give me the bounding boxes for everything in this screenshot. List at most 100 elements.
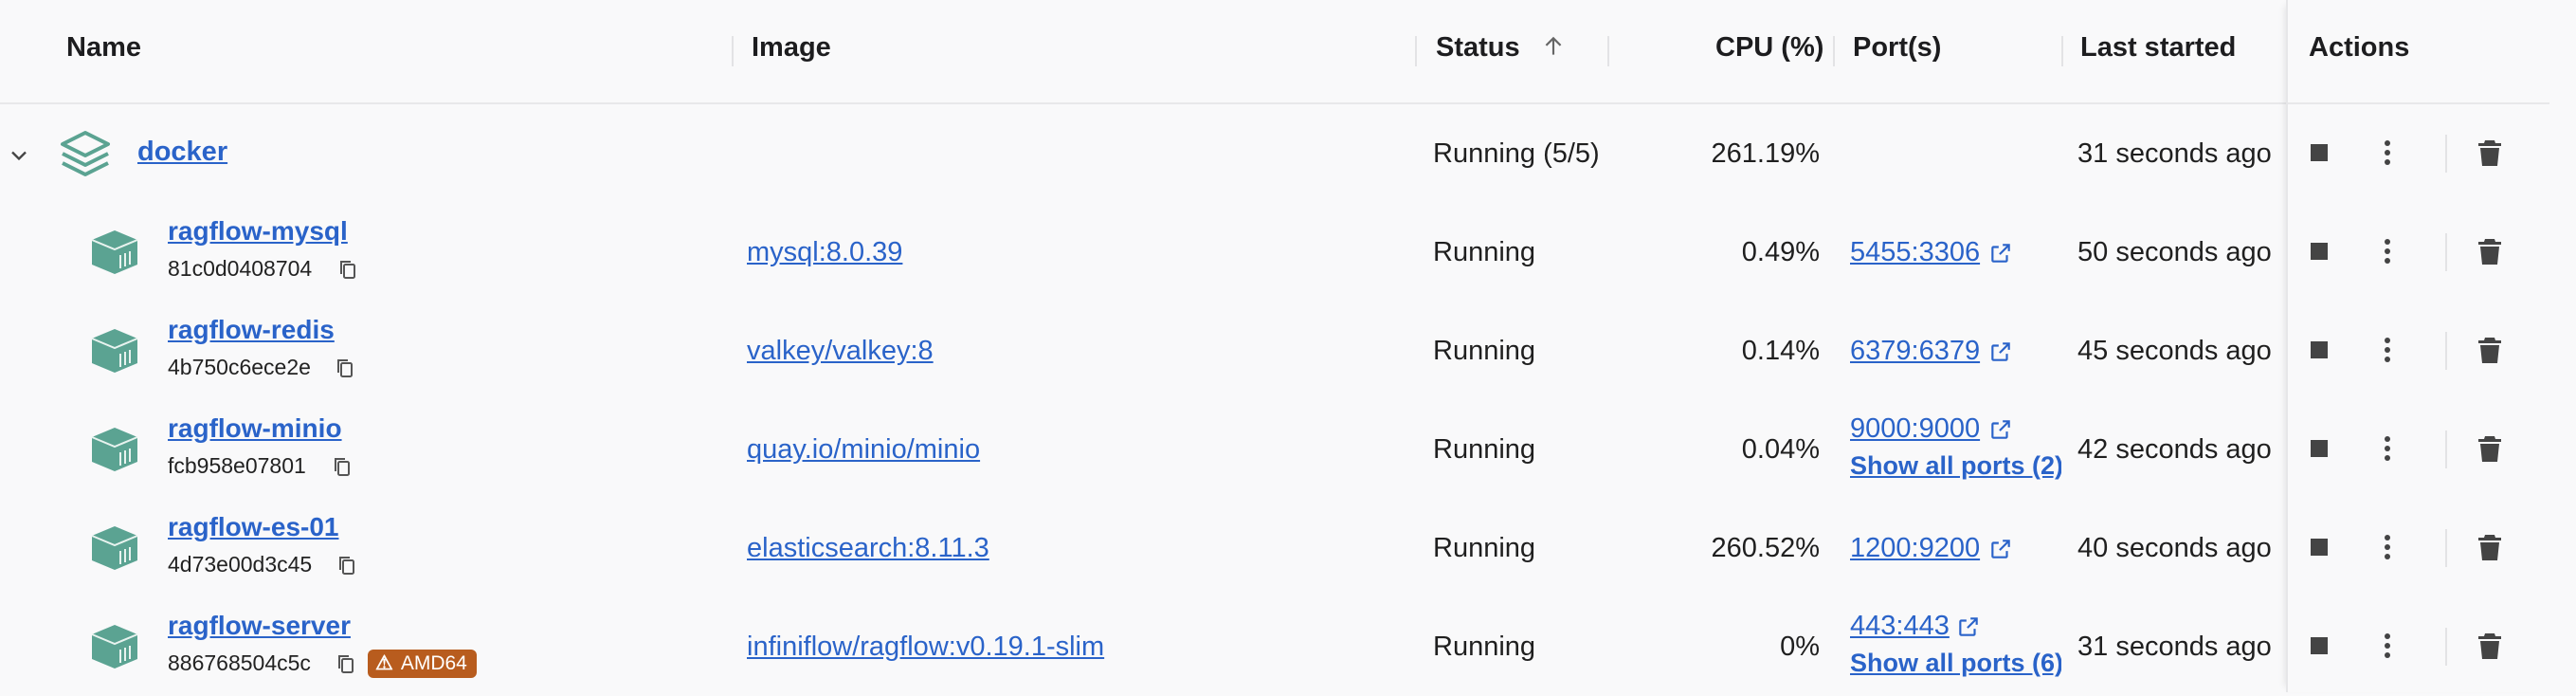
column-header-last-started[interactable]: Last started <box>2080 32 2236 64</box>
group-name-link[interactable]: docker <box>137 137 227 168</box>
column-divider[interactable] <box>1833 36 1835 66</box>
trash-icon[interactable] <box>2477 632 2502 660</box>
status-text: Running <box>1433 434 1536 465</box>
more-vertical-icon[interactable] <box>2381 138 2394 167</box>
port-link[interactable]: 5455:3306 <box>1850 237 1980 268</box>
column-divider[interactable] <box>732 36 734 66</box>
stop-icon[interactable] <box>2309 339 2330 360</box>
image-link[interactable]: quay.io/minio/minio <box>747 434 980 466</box>
compose-group-row[interactable]: docker Running (5/5) 261.19% 31 seconds … <box>0 104 2286 203</box>
more-vertical-icon[interactable] <box>2381 336 2394 364</box>
column-header-actions: Actions <box>2309 32 2410 63</box>
row-actions <box>2288 302 2549 400</box>
external-link-icon[interactable] <box>1988 241 2013 266</box>
copy-icon[interactable] <box>334 357 356 379</box>
container-name-link[interactable]: ragflow-server <box>168 611 351 641</box>
trash-icon[interactable] <box>2477 237 2502 266</box>
external-link-icon[interactable] <box>1956 614 1981 639</box>
column-divider[interactable] <box>2061 36 2063 66</box>
show-all-ports-link[interactable]: Show all ports (2) <box>1850 451 2061 481</box>
container-icon <box>91 329 138 373</box>
more-vertical-icon[interactable] <box>2381 434 2394 463</box>
row-actions <box>2288 400 2549 499</box>
container-name-link[interactable]: ragflow-mysql <box>168 216 348 247</box>
column-divider[interactable] <box>1415 36 1417 66</box>
container-icon <box>91 428 138 471</box>
actions-divider <box>2445 628 2447 666</box>
row-actions <box>2288 597 2549 692</box>
container-icon <box>91 625 138 669</box>
cpu-value: 0.14% <box>1741 336 1820 366</box>
container-id: 4d73e00d3c45 <box>168 552 313 577</box>
container-row[interactable]: ragflow-es-01 4d73e00d3c45 elasticsearch… <box>0 499 2286 597</box>
chevron-down-icon[interactable] <box>6 142 32 169</box>
copy-icon[interactable] <box>331 455 354 478</box>
copy-icon[interactable] <box>335 652 357 675</box>
row-actions <box>2288 104 2549 203</box>
port-link[interactable]: 443:443 <box>1850 611 1950 642</box>
group-status: Running (5/5) <box>1433 138 1600 169</box>
last-started: 31 seconds ago <box>2077 632 2272 662</box>
copy-icon[interactable] <box>336 554 358 577</box>
stack-icon <box>61 131 110 176</box>
row-actions <box>2288 203 2549 302</box>
column-header-name[interactable]: Name <box>66 32 141 64</box>
group-cpu: 261.19% <box>1711 138 1821 169</box>
container-row[interactable]: ragflow-mysql 81c0d0408704 mysql:8.0.39 … <box>0 203 2286 302</box>
container-row[interactable]: ragflow-minio fcb958e07801 quay.io/minio… <box>0 400 2286 499</box>
arrow-up-icon <box>1545 36 1562 55</box>
last-started: 42 seconds ago <box>2077 434 2272 465</box>
container-row[interactable]: ragflow-server 886768504c5c ⚠ AMD64 infin… <box>0 597 2286 696</box>
group-last-started: 31 seconds ago <box>2077 138 2272 169</box>
port-link[interactable]: 1200:9200 <box>1850 533 1980 564</box>
image-link[interactable]: mysql:8.0.39 <box>747 237 902 268</box>
image-link[interactable]: infiniflow/ragflow:v0.19.1-slim <box>747 632 1104 663</box>
column-header-ports[interactable]: Port(s) <box>1853 32 1941 64</box>
stop-icon[interactable] <box>2309 241 2330 262</box>
external-link-icon[interactable] <box>1988 339 2013 364</box>
last-started: 40 seconds ago <box>2077 533 2272 563</box>
column-header-image[interactable]: Image <box>752 32 831 64</box>
container-row[interactable]: ragflow-redis 4b750c6ece2e valkey/valkey… <box>0 302 2286 400</box>
architecture-badge: ⚠ AMD64 <box>368 650 477 678</box>
actions-divider <box>2445 135 2447 173</box>
more-vertical-icon[interactable] <box>2381 632 2394 660</box>
external-link-icon[interactable] <box>1988 417 2013 442</box>
container-icon <box>91 526 138 570</box>
more-vertical-icon[interactable] <box>2381 237 2394 266</box>
stop-icon[interactable] <box>2309 537 2330 558</box>
image-link[interactable]: valkey/valkey:8 <box>747 336 934 367</box>
copy-icon[interactable] <box>336 258 359 281</box>
trash-icon[interactable] <box>2477 138 2502 167</box>
table-header: Name Image Status CPU (%) Port(s) Last s… <box>0 0 2548 104</box>
port-link[interactable]: 6379:6379 <box>1850 336 1980 367</box>
show-all-ports-link[interactable]: Show all ports (6) <box>1850 649 2061 678</box>
actions-divider <box>2445 332 2447 370</box>
column-header-cpu[interactable]: CPU (%) <box>1715 32 1823 64</box>
container-name-link[interactable]: ragflow-minio <box>168 413 342 444</box>
container-id: fcb958e07801 <box>168 453 306 478</box>
external-link-icon[interactable] <box>1988 537 2013 561</box>
stop-icon[interactable] <box>2309 142 2330 163</box>
stop-icon[interactable] <box>2309 635 2330 656</box>
container-name-link[interactable]: ragflow-redis <box>168 315 335 345</box>
warning-icon: ⚠ <box>375 652 393 674</box>
last-started: 50 seconds ago <box>2077 237 2272 267</box>
image-link[interactable]: elasticsearch:8.11.3 <box>747 533 989 564</box>
actions-divider <box>2445 233 2447 271</box>
architecture-badge-label: AMD64 <box>400 652 467 674</box>
trash-icon[interactable] <box>2477 533 2502 561</box>
port-link[interactable]: 9000:9000 <box>1850 413 1980 445</box>
cpu-value: 0.04% <box>1741 434 1820 465</box>
trash-icon[interactable] <box>2477 434 2502 463</box>
trash-icon[interactable] <box>2477 336 2502 364</box>
actions-column: Actions <box>2286 0 2549 692</box>
container-icon <box>91 230 138 274</box>
stop-icon[interactable] <box>2309 438 2330 459</box>
cpu-value: 260.52% <box>1711 533 1821 563</box>
column-divider[interactable] <box>1607 36 1609 66</box>
column-header-status[interactable]: Status <box>1436 32 1566 64</box>
container-id: 4b750c6ece2e <box>168 355 311 379</box>
more-vertical-icon[interactable] <box>2381 533 2394 561</box>
container-name-link[interactable]: ragflow-es-01 <box>168 512 339 542</box>
